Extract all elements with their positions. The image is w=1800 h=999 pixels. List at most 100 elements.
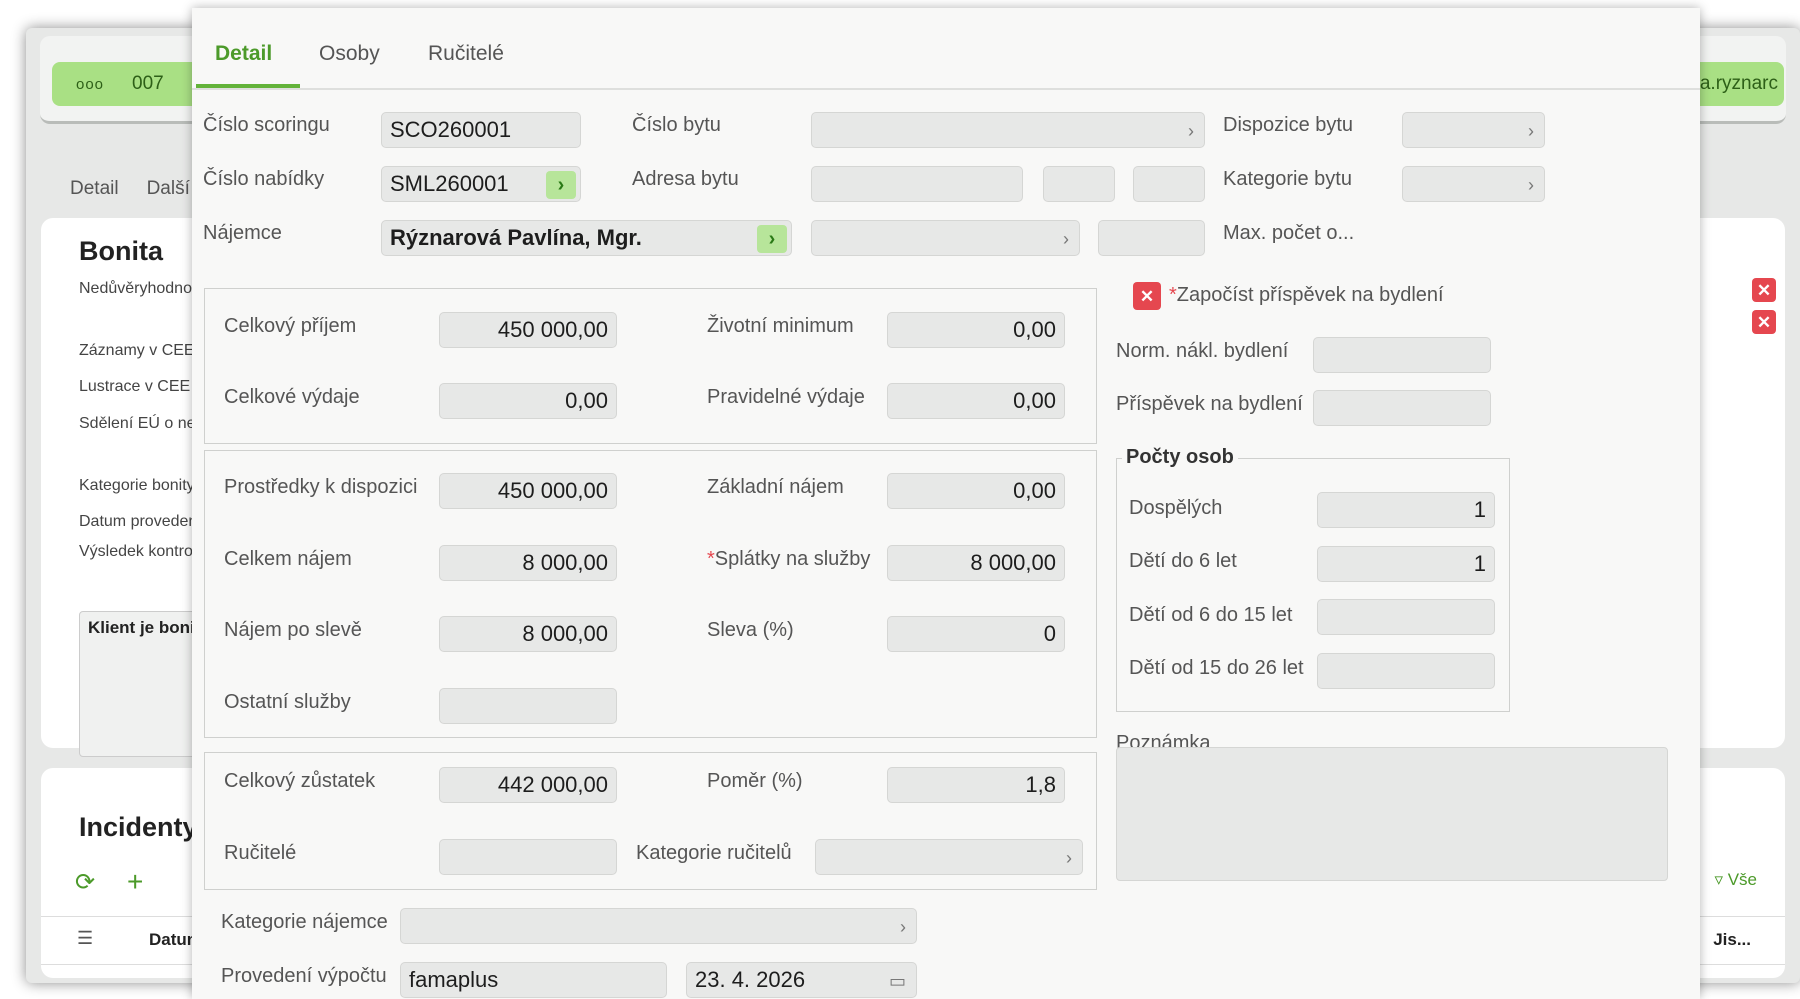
tabs-divider [192, 88, 1700, 90]
cislo-bytu-field[interactable]: › [811, 112, 1205, 148]
pomer-label: Poměr (%) [707, 770, 803, 792]
celkem-najem-label: Celkem nájem [224, 548, 352, 570]
kategorie-najemce-label: Kategorie nájemce [221, 911, 388, 933]
celkovy-zustatek-label: Celkový zůstatek [224, 770, 376, 792]
checkbox-unchecked-icon[interactable]: ✕ [1133, 282, 1161, 310]
tab-osoby[interactable]: Osoby [319, 42, 380, 74]
celkove-vydaje-label: Celkové výdaje [224, 386, 360, 408]
zapocist-label: *Započíst příspěvek na bydlení [1169, 284, 1444, 307]
max-pocet-label: Max. počet o... [1223, 222, 1355, 244]
rucitele-field[interactable] [439, 839, 617, 875]
celkovy-prijem-field[interactable]: 450 000,00 [439, 312, 617, 348]
scoring-dialog: Detail Osoby Ručitelé Číslo scoringu SCO… [192, 8, 1700, 999]
najemce-label: Nájemce [203, 222, 282, 244]
provedeni-label: Provedení výpočtu [221, 965, 387, 987]
pravidelne-vydaje-field[interactable]: 0,00 [887, 383, 1065, 419]
close-icon[interactable]: ✕ [1752, 310, 1776, 334]
splatky-label-text: Splátky na služby [714, 548, 871, 570]
sleva-label: Sleva (%) [707, 619, 794, 641]
bonita-label: Datum provedení [79, 513, 202, 530]
adresa-ulice-field[interactable] [811, 166, 1023, 202]
najemce-value: Rýznarová Pavlína, Mgr. [390, 225, 642, 250]
splatky-label: *Splátky na služby [707, 548, 870, 571]
bg-tab-dalsi[interactable]: Další [147, 178, 190, 200]
celkove-vydaje-field[interactable]: 0,00 [439, 383, 617, 419]
dospelych-field[interactable]: 1 [1317, 492, 1495, 528]
bonita-title: Bonita [79, 236, 163, 266]
celkem-najem-field[interactable]: 8 000,00 [439, 545, 617, 581]
deti-15-26-field[interactable] [1317, 653, 1495, 689]
norm-nakl-field[interactable] [1313, 337, 1491, 373]
incidenty-title: Incidenty [79, 812, 198, 842]
zakladni-najem-field[interactable]: 0,00 [887, 473, 1065, 509]
kategorie-bytu-field[interactable]: › [1402, 166, 1545, 202]
celkovy-prijem-label: Celkový příjem [224, 315, 357, 337]
chevron-right-icon: › [1528, 175, 1534, 195]
najemce-extra2-field[interactable] [1098, 220, 1205, 256]
deti-do-6-field[interactable]: 1 [1317, 546, 1495, 582]
ostatni-sluzby-label: Ostatní služby [224, 691, 351, 713]
chevron-right-icon: › [1066, 848, 1072, 868]
dispozice-bytu-label: Dispozice bytu [1223, 114, 1354, 136]
filter-all[interactable]: ▿ Vše [1714, 870, 1757, 890]
chevron-right-icon: › [900, 917, 906, 937]
cislo-scoringu-field[interactable]: SCO260001 [381, 112, 581, 148]
deti-6-15-field[interactable] [1317, 599, 1495, 635]
provedeni-date-value: 23. 4. 2026 [695, 967, 806, 992]
prispevek-label: Příspěvek na bydlení [1116, 393, 1303, 415]
splatky-field[interactable]: 8 000,00 [887, 545, 1065, 581]
deti-do-6-label: Dětí do 6 let [1129, 550, 1237, 572]
norm-nakl-label: Norm. nákl. bydlení [1116, 340, 1289, 362]
adresa-psc-field[interactable] [1133, 166, 1205, 202]
prostredky-field[interactable]: 450 000,00 [439, 473, 617, 509]
adresa-bytu-label: Adresa bytu [632, 168, 739, 190]
cislo-bytu-label: Číslo bytu [632, 114, 721, 136]
col-jis[interactable]: Jis... [1713, 930, 1751, 950]
chevron-right-icon: › [1063, 229, 1069, 249]
rucitele-label: Ručitelé [224, 842, 297, 864]
zapocist-label-text: Započíst příspěvek na bydlení [1176, 284, 1444, 306]
cislo-nabidky-field[interactable]: SML260001 › [381, 166, 581, 202]
tab-rucitele[interactable]: Ručitelé [428, 42, 504, 74]
chevron-right-icon[interactable]: › [546, 171, 576, 199]
najem-po-sleve-label: Nájem po slevě [224, 619, 362, 641]
add-icon[interactable]: + [127, 866, 143, 898]
kategorie-rucitelu-label: Kategorie ručitelů [636, 842, 792, 864]
columns-icon[interactable]: ☰ [77, 928, 93, 949]
chevron-right-icon[interactable]: › [757, 225, 787, 253]
najemce-extra-field[interactable]: › [811, 220, 1080, 256]
tab-detail[interactable]: Detail [215, 42, 272, 74]
ostatni-sluzby-field[interactable] [439, 688, 617, 724]
bonita-label: Záznamy v CEE [79, 342, 195, 359]
najemce-field[interactable]: Rýznarová Pavlína, Mgr. › [381, 220, 792, 256]
deti-15-26-label: Dětí od 15 do 26 let [1129, 657, 1304, 679]
required-icon: * [1169, 284, 1177, 306]
adresa-cislo-field[interactable] [1043, 166, 1115, 202]
calendar-icon[interactable]: ▭ [889, 970, 906, 992]
bonita-label: Lustrace v CEE [79, 378, 191, 395]
poznamka-textarea[interactable] [1116, 747, 1668, 881]
dospelych-label: Dospělých [1129, 497, 1223, 519]
celkovy-zustatek-field[interactable]: 442 000,00 [439, 767, 617, 803]
bg-tab-detail[interactable]: Detail [70, 178, 119, 200]
close-icon[interactable]: ✕ [1752, 278, 1776, 302]
refresh-icon[interactable]: ⟳ [75, 868, 95, 897]
provedeni-user-field[interactable]: famaplus [400, 962, 667, 998]
cislo-scoringu-label: Číslo scoringu [203, 114, 330, 136]
pomer-field[interactable]: 1,8 [887, 767, 1065, 803]
bonita-label: Kategorie bonity [79, 477, 195, 494]
zivotni-minimum-field[interactable]: 0,00 [887, 312, 1065, 348]
provedeni-date-field[interactable]: 23. 4. 2026 ▭ [686, 962, 917, 998]
deti-6-15-label: Dětí od 6 do 15 let [1129, 604, 1293, 626]
chevron-right-icon: › [1188, 121, 1194, 141]
kategorie-rucitelu-field[interactable]: › [815, 839, 1083, 875]
dispozice-bytu-field[interactable]: › [1402, 112, 1545, 148]
najem-po-sleve-field[interactable]: 8 000,00 [439, 616, 617, 652]
cislo-nabidky-value: SML260001 [390, 171, 509, 196]
sleva-field[interactable]: 0 [887, 616, 1065, 652]
chevron-right-icon: › [1528, 121, 1534, 141]
bonita-label: Výsledek kontroly [79, 543, 205, 560]
prispevek-field[interactable] [1313, 390, 1491, 426]
bonita-label: Nedůvěryhodnost [79, 280, 205, 297]
kategorie-najemce-field[interactable]: › [400, 908, 917, 944]
